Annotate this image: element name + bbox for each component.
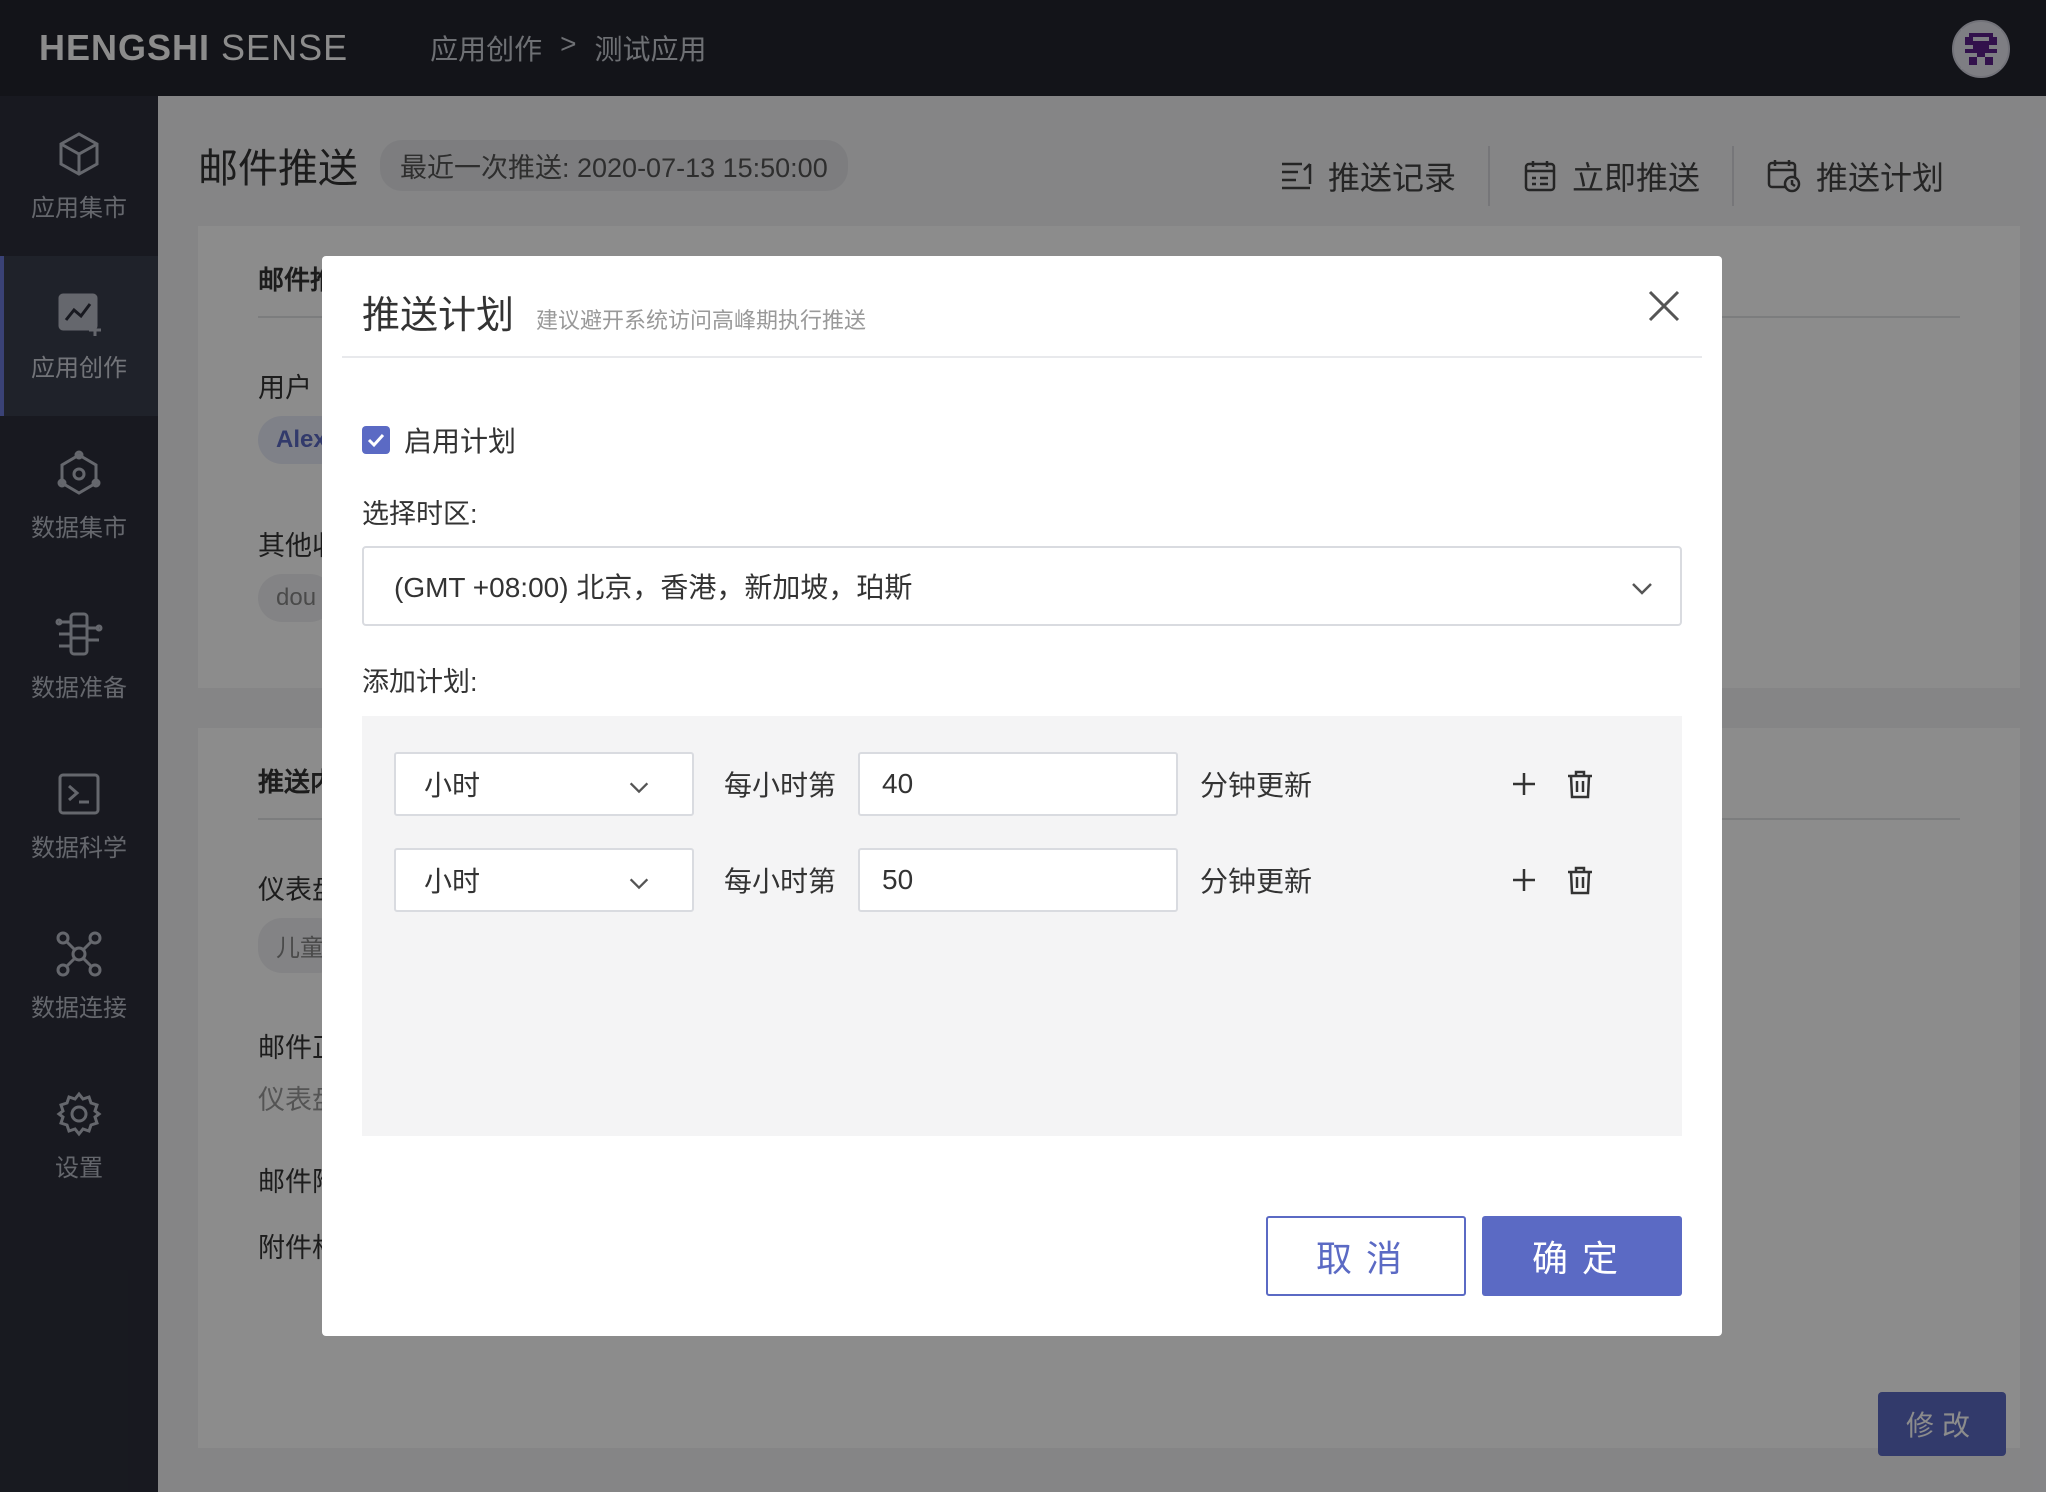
dialog-subtitle: 建议避开系统访问高峰期执行推送 xyxy=(536,308,867,333)
plan-row: 小时 每小时第 50 分钟更新 xyxy=(394,848,1596,912)
plan-suffix: 分钟更新 xyxy=(1200,770,1313,801)
push-plan-dialog: 推送计划 建议避开系统访问高峰期执行推送 启用计划 选择时区: (GMT +08… xyxy=(322,256,1722,1336)
plan-unit-select[interactable]: 小时 xyxy=(394,752,694,816)
confirm-button[interactable]: 确定 xyxy=(1482,1216,1682,1296)
trash-icon[interactable] xyxy=(1564,864,1596,896)
trash-icon[interactable] xyxy=(1564,768,1596,800)
enable-plan-label: 启用计划 xyxy=(404,426,517,457)
close-icon[interactable] xyxy=(1646,288,1682,324)
chevron-down-icon xyxy=(1632,583,1652,595)
add-plan-label: 添加计划: xyxy=(362,667,478,697)
plan-unit-select[interactable]: 小时 xyxy=(394,848,694,912)
plan-minute-input[interactable]: 40 xyxy=(858,752,1179,816)
plan-suffix: 分钟更新 xyxy=(1200,866,1313,897)
plan-prefix: 每小时第 xyxy=(724,770,837,801)
plan-row: 小时 每小时第 40 分钟更新 xyxy=(394,752,1596,816)
chevron-down-icon xyxy=(629,878,649,890)
dialog-header: 推送计划 建议避开系统访问高峰期执行推送 xyxy=(362,284,866,339)
cancel-button[interactable]: 取消 xyxy=(1266,1216,1466,1296)
dialog-divider xyxy=(342,356,1702,358)
plan-row-actions xyxy=(1508,864,1596,896)
enable-plan-checkbox[interactable]: 启用计划 xyxy=(362,420,516,460)
checkbox-checked-icon[interactable] xyxy=(362,426,390,454)
dialog-title: 推送计划 xyxy=(362,295,515,337)
plan-list: 小时 每小时第 40 分钟更新 小时 每小时第 50 分钟更新 xyxy=(362,716,1682,1136)
plan-row-actions xyxy=(1508,768,1596,800)
plan-prefix: 每小时第 xyxy=(724,866,837,897)
plan-minute-input[interactable]: 50 xyxy=(858,848,1179,912)
timezone-label: 选择时区: xyxy=(362,499,478,529)
plan-unit-value: 小时 xyxy=(424,866,481,897)
plus-icon[interactable] xyxy=(1508,864,1540,896)
plan-unit-value: 小时 xyxy=(424,770,481,801)
timezone-select[interactable]: (GMT +08:00) 北京，香港，新加坡，珀斯 xyxy=(362,546,1682,626)
plus-icon[interactable] xyxy=(1508,768,1540,800)
timezone-selected-value: (GMT +08:00) 北京，香港，新加坡，珀斯 xyxy=(394,572,913,603)
chevron-down-icon xyxy=(629,782,649,794)
